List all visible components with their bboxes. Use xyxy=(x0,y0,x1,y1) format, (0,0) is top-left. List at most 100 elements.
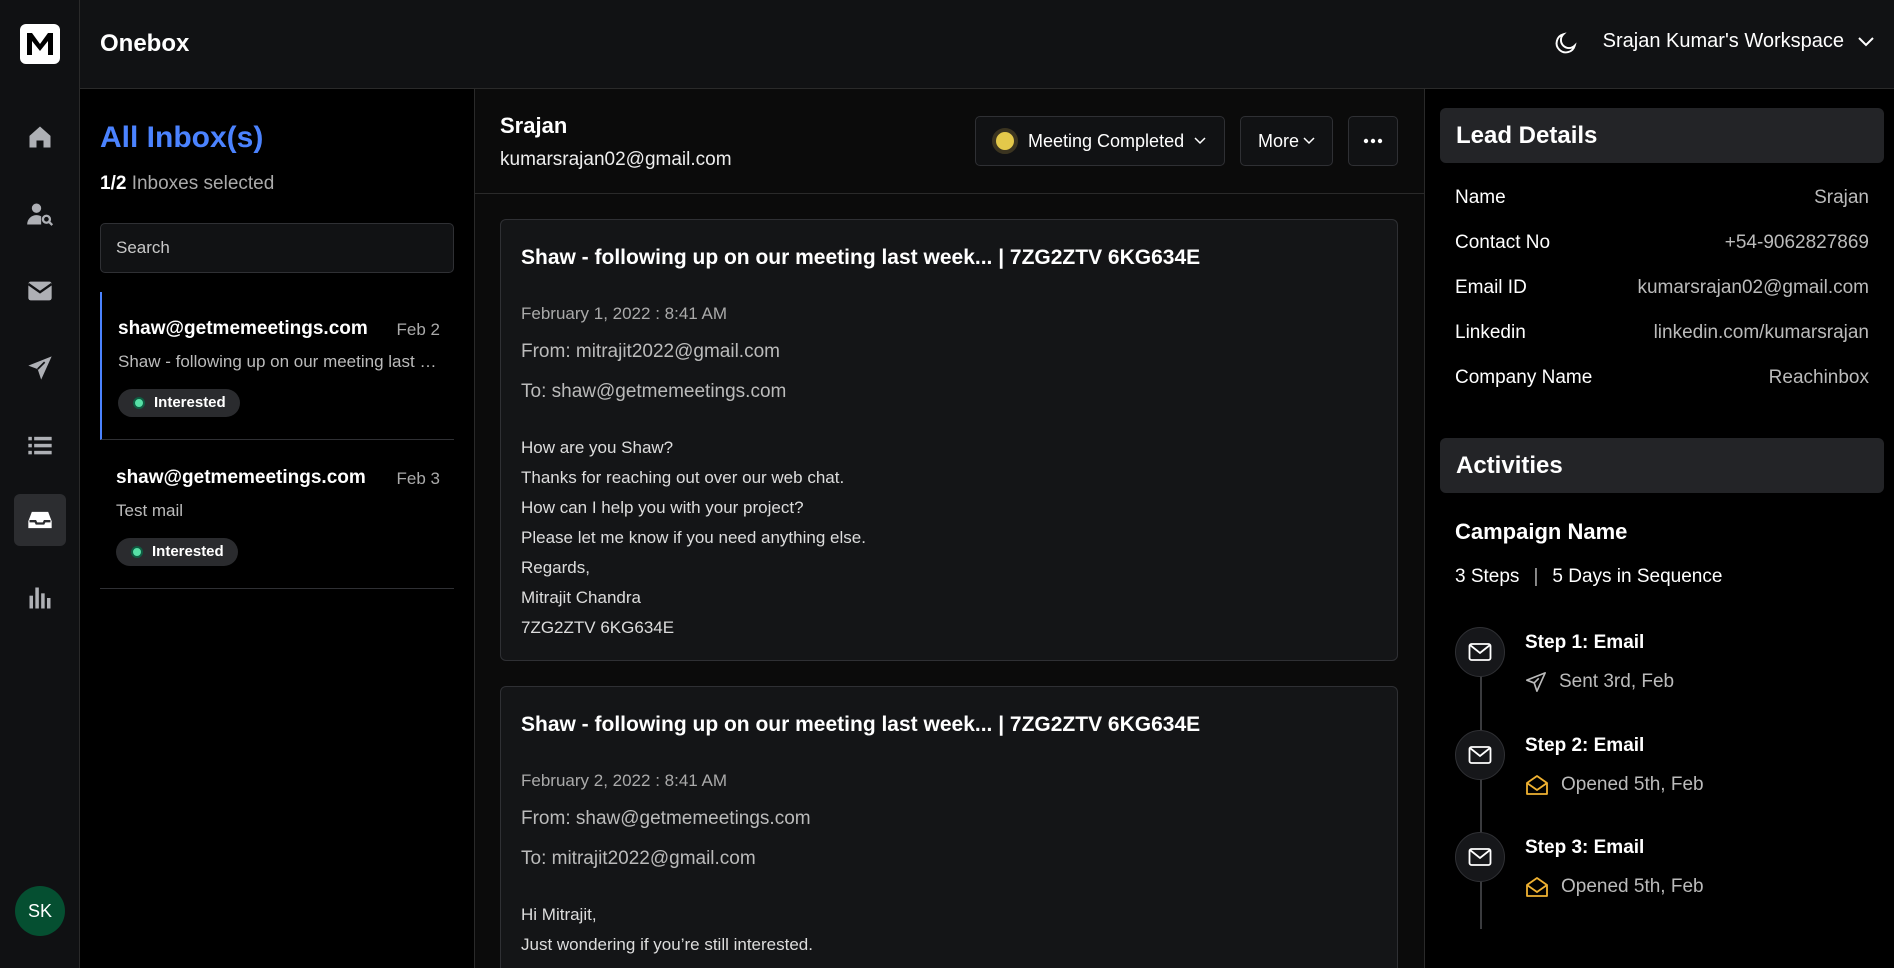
inbox-title[interactable]: All Inbox(s) xyxy=(100,121,263,155)
status-badge: Interested xyxy=(118,389,240,417)
thread-panel: Srajan kumarsrajan02@gmail.com Meeting C… xyxy=(475,89,1425,968)
campaign-name: Campaign Name xyxy=(1455,519,1628,544)
app-title: Onebox xyxy=(100,30,190,57)
mail-open-icon xyxy=(1526,877,1548,897)
status-dropdown[interactable]: Meeting Completed xyxy=(975,116,1225,166)
chevron-down-icon xyxy=(1303,137,1315,145)
inbox-selection-summary: 1/2 Inboxes selected xyxy=(100,173,274,195)
list-icon xyxy=(28,436,52,455)
selected-label: Inboxes selected xyxy=(131,173,275,194)
email-body-line: Regards, xyxy=(521,558,590,577)
list-item-from: shaw@getmemeetings.com xyxy=(118,318,368,339)
status-dot-icon xyxy=(992,128,1018,154)
inbox-list-panel: All Inbox(s) 1/2 Inboxes selected shaw@g… xyxy=(80,89,475,968)
email-date: February 1, 2022 : 8:41 AM xyxy=(521,304,728,323)
workspace-name: Srajan Kumar's Workspace xyxy=(1602,30,1844,52)
lead-value[interactable]: linkedin.com/kumarsrajan xyxy=(1654,322,1869,344)
status-dot-icon xyxy=(131,546,143,558)
selected-count: 1/2 xyxy=(100,173,127,194)
lead-value: kumarsrajan02@gmail.com xyxy=(1637,277,1869,298)
list-item-snippet: Shaw - following up on our meeting last … xyxy=(118,352,440,371)
email-body-line: Please let me know if you need anything … xyxy=(521,528,866,547)
email-subject: Shaw - following up on our meeting last … xyxy=(521,713,1201,736)
lead-row: Name Srajan xyxy=(1455,187,1869,209)
nav-analytics[interactable] xyxy=(14,572,66,624)
mail-icon xyxy=(1468,643,1492,661)
lead-value: Reachinbox xyxy=(1768,367,1869,388)
more-dropdown[interactable]: More xyxy=(1240,116,1333,166)
email-to: To: mitrajit2022@gmail.com xyxy=(521,848,756,869)
step-title: Step 3: Email xyxy=(1525,837,1645,858)
contact-email: kumarsrajan02@gmail.com xyxy=(500,149,732,170)
nav-send[interactable] xyxy=(14,342,66,394)
list-item-snippet: Test mail xyxy=(116,501,184,520)
user-avatar[interactable]: SK xyxy=(15,886,65,936)
lead-row: Linkedin linkedin.com/kumarsrajan xyxy=(1455,322,1869,344)
home-icon xyxy=(29,126,51,148)
more-label: More xyxy=(1257,130,1299,151)
app-logo[interactable] xyxy=(20,24,60,64)
email-subject: Shaw - following up on our meeting last … xyxy=(521,246,1201,269)
status-badge: Interested xyxy=(116,538,238,566)
lead-row: Email ID kumarsrajan02@gmail.com xyxy=(1455,277,1869,299)
lead-details-panel: Lead Details Name Srajan Contact No +54-90… xyxy=(1425,89,1894,968)
email-body-line: Hi Mitrajit, xyxy=(521,905,597,924)
chevron-down-icon xyxy=(1858,36,1874,46)
more-options-button[interactable] xyxy=(1348,116,1398,166)
lead-value: Srajan xyxy=(1814,187,1869,208)
email-body-line: 7ZG2ZTV 6KG634E xyxy=(521,618,675,637)
step-mail-icon xyxy=(1455,832,1505,882)
email-body: How are you Shaw? Thanks for reaching ou… xyxy=(521,433,866,643)
step-status: Sent 3rd, Feb xyxy=(1525,671,1674,693)
chevron-down-icon xyxy=(1194,137,1206,145)
bar-chart-icon xyxy=(29,587,51,609)
activities-heading: Activities xyxy=(1440,438,1884,493)
send-icon xyxy=(1526,672,1546,692)
email-body-line: Just wondering if you’re still intereste… xyxy=(521,935,813,954)
list-item[interactable]: shaw@getmemeetings.com Feb 2 Shaw - foll… xyxy=(100,292,454,440)
top-bar: Onebox Srajan Kumar's Workspace xyxy=(80,0,1894,89)
workspace-selector[interactable]: Srajan Kumar's Workspace xyxy=(1603,30,1874,53)
mail-open-icon xyxy=(1526,775,1548,795)
step-status: Opened 5th, Feb xyxy=(1525,876,1704,898)
email-body-line: How are you Shaw? xyxy=(521,438,674,457)
list-item-from: shaw@getmemeetings.com xyxy=(116,467,366,488)
nav-inbox[interactable] xyxy=(14,494,66,546)
step-title: Step 2: Email xyxy=(1525,735,1645,756)
list-item[interactable]: shaw@getmemeetings.com Feb 3 Test mail I… xyxy=(100,441,454,589)
email-date: February 2, 2022 : 8:41 AM xyxy=(521,771,728,790)
contact-name: Srajan xyxy=(500,113,568,138)
lead-label: Email ID xyxy=(1455,277,1527,298)
mail-icon xyxy=(1468,746,1492,764)
logo-m-icon xyxy=(27,33,53,55)
ellipsis-icon xyxy=(1363,138,1383,144)
search-input[interactable] xyxy=(100,223,454,273)
email-body-line: Thanks for reaching out over our web cha… xyxy=(521,468,845,487)
step-mail-icon xyxy=(1455,627,1505,677)
step-status: Opened 5th, Feb xyxy=(1525,774,1704,796)
separator: | xyxy=(1533,566,1539,587)
status-label: Meeting Completed xyxy=(1028,130,1185,151)
timeline-line xyxy=(1480,649,1482,929)
lead-label: Linkedin xyxy=(1455,322,1526,343)
inbox-icon xyxy=(28,511,52,529)
email-from: From: mitrajit2022@gmail.com xyxy=(521,341,780,362)
nav-mail[interactable] xyxy=(14,265,66,317)
email-from: From: shaw@getmemeetings.com xyxy=(521,808,811,829)
list-item-date: Feb 2 xyxy=(396,320,440,339)
step-status-label: Sent 3rd, Feb xyxy=(1559,671,1675,692)
list-item-date: Feb 3 xyxy=(396,469,440,488)
lead-row: Contact No +54-9062827869 xyxy=(1455,232,1869,254)
nav-home[interactable] xyxy=(14,111,66,163)
step-status-label: Opened 5th, Feb xyxy=(1561,876,1704,897)
nav-list[interactable] xyxy=(14,419,66,471)
badge-label: Interested xyxy=(154,394,226,411)
user-search-icon xyxy=(27,203,54,226)
moon-icon[interactable] xyxy=(1553,30,1579,56)
email-body-line: Mitrajit Chandra xyxy=(521,588,641,607)
left-rail: SK xyxy=(0,0,80,968)
sequence-length: 5 Days in Sequence xyxy=(1552,566,1723,587)
nav-leads[interactable] xyxy=(14,188,66,240)
email-body-line: How can I help you with your project? xyxy=(521,498,804,517)
email-message: Shaw - following up on our meeting last … xyxy=(500,219,1398,661)
